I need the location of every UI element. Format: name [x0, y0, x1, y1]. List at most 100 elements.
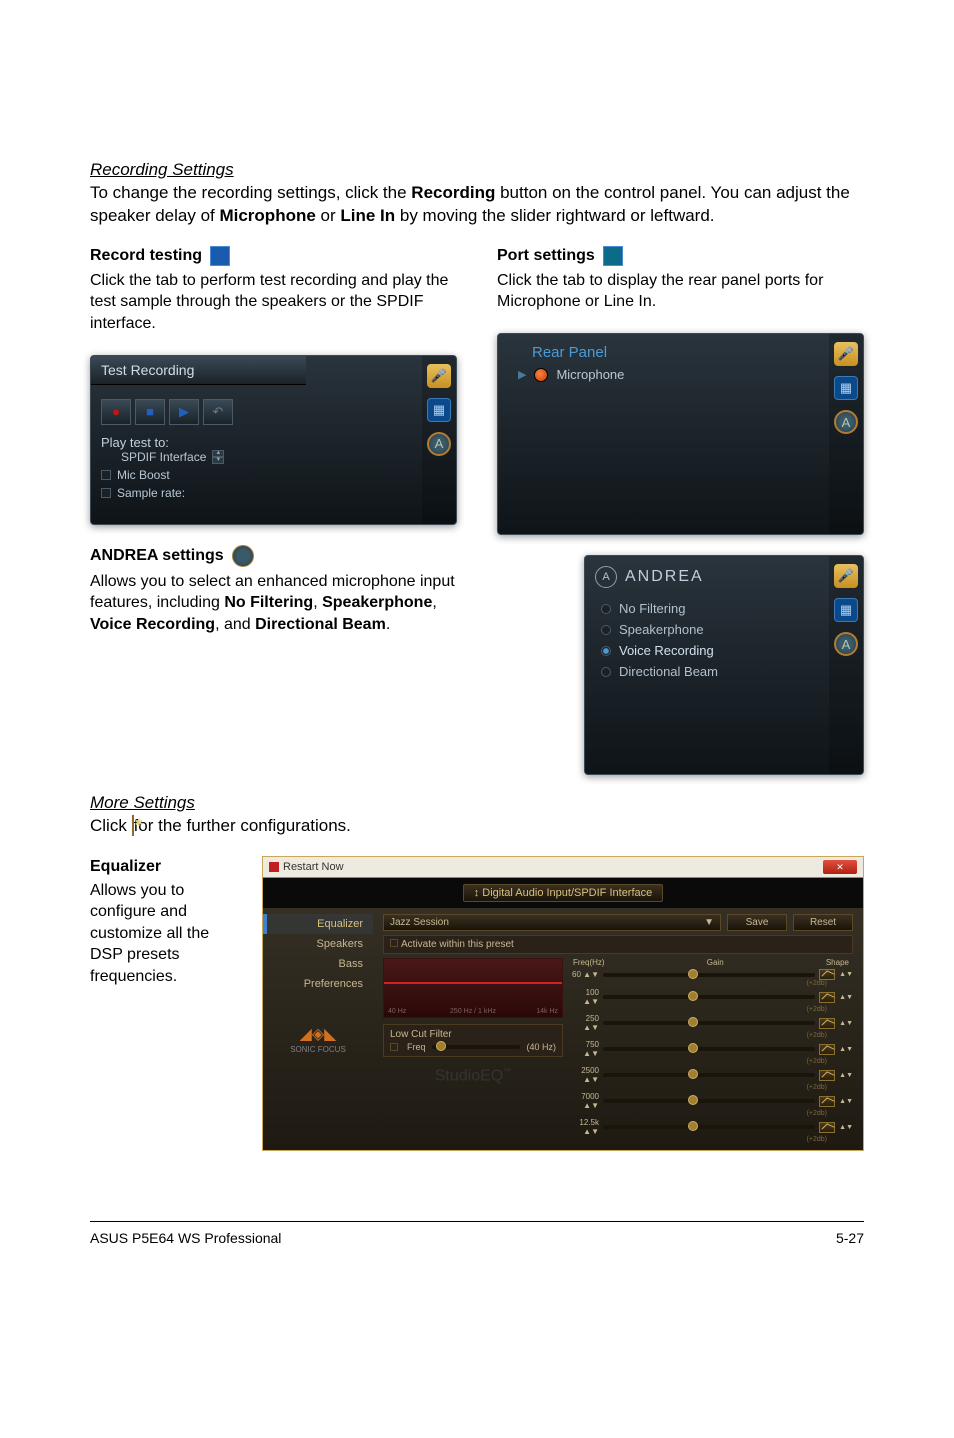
port-settings-body: Click the tab to display the rear panel … [497, 270, 864, 313]
shape-selector[interactable] [819, 1044, 835, 1055]
record-testing-body: Click the tab to perform test recording … [90, 270, 457, 335]
sidebar-item-speakers[interactable]: Speakers [263, 934, 373, 954]
shape-selector[interactable] [819, 1070, 835, 1081]
freq-label: 100 ▲▼ [569, 988, 599, 1006]
mic-boost-label: Mic Boost [117, 468, 170, 482]
window-icon [269, 862, 279, 872]
low-cut-filter-label: Low Cut Filter [390, 1029, 556, 1040]
play-button[interactable]: ▶ [169, 399, 199, 425]
shape-selector[interactable] [819, 1122, 835, 1133]
andrea-logo-icon: A [595, 566, 617, 588]
sidebar-item-bass[interactable]: Bass [263, 954, 373, 974]
port-grid-icon[interactable]: ▦ [834, 376, 858, 400]
sidebar-item-equalizer[interactable]: Equalizer [263, 914, 373, 934]
freq-label: 7000 ▲▼ [569, 1092, 599, 1110]
freq-label: 250 ▲▼ [569, 1014, 599, 1032]
port-settings-heading: Port settings [497, 247, 595, 264]
reset-button[interactable]: Reset [793, 914, 853, 931]
andrea-icon[interactable]: A [834, 632, 858, 656]
sample-rate-label: Sample rate: [117, 486, 185, 500]
play-test-to-label: Play test to: [101, 435, 412, 450]
andrea-settings-icon [232, 545, 254, 567]
undo-button[interactable]: ↶ [203, 399, 233, 425]
footer-page-number: 5-27 [836, 1230, 864, 1246]
activate-label: Activate within this preset [401, 939, 514, 950]
andrea-settings-heading: ANDREA settings [90, 547, 224, 564]
freq-label: 60 ▲▼ [569, 970, 599, 979]
recording-settings-body: To change the recording settings, click … [90, 182, 864, 228]
freq-header: Freq(Hz) [573, 958, 605, 967]
lcf-checkbox[interactable] [390, 1043, 398, 1051]
mic-icon[interactable]: 🎤 [834, 342, 858, 366]
expand-arrow-icon[interactable]: ▶ [518, 368, 526, 381]
no-filtering-radio[interactable] [601, 604, 611, 614]
microphone-port-label: Microphone [556, 367, 624, 382]
save-button[interactable]: Save [727, 914, 787, 931]
freq-label: 12.5k ▲▼ [569, 1118, 599, 1136]
window-title: Restart Now [283, 861, 344, 873]
footer-product: ASUS P5E64 WS Professional [90, 1230, 281, 1246]
voice-recording-radio[interactable] [601, 646, 611, 656]
andrea-icon[interactable]: A [427, 432, 451, 456]
andrea-brand-label: ANDREA [625, 568, 704, 586]
equalizer-sidebar: Equalizer Speakers Bass Preferences ◢◈◣ … [263, 908, 373, 1150]
directional-beam-radio[interactable] [601, 667, 611, 677]
shape-selector[interactable] [819, 1096, 835, 1107]
speakerphone-label: Speakerphone [619, 622, 704, 637]
test-recording-tab[interactable]: Test Recording [91, 356, 306, 385]
record-testing-icon [210, 246, 230, 266]
activate-checkbox[interactable] [390, 939, 398, 947]
port-grid-icon[interactable]: ▦ [834, 598, 858, 622]
directional-beam-label: Directional Beam [619, 664, 718, 679]
shape-header: Shape [826, 958, 849, 967]
sample-rate-checkbox[interactable] [101, 488, 111, 498]
shape-selector[interactable] [819, 969, 835, 980]
gain-slider[interactable] [603, 1021, 815, 1025]
gain-slider[interactable] [603, 1073, 815, 1077]
more-settings-body: Click for the further configurations. [90, 815, 864, 838]
freq-label: 2500 ▲▼ [569, 1066, 599, 1084]
voice-recording-label: Voice Recording [619, 643, 714, 658]
equalizer-body: Allows you to configure and customize al… [90, 880, 242, 988]
sidebar-item-preferences[interactable]: Preferences [263, 974, 373, 994]
mic-boost-checkbox[interactable] [101, 470, 111, 480]
lcf-slider[interactable] [432, 1045, 521, 1049]
spdif-interface-label: SPDIF Interface [121, 450, 206, 464]
gain-header: Gain [707, 958, 724, 967]
eq-curve-graph: 40 Hz 250 Hz / 1 kHz 14k Hz [383, 958, 563, 1018]
more-settings-heading: More Settings [90, 793, 864, 813]
gain-slider[interactable] [603, 1099, 815, 1103]
microphone-port-icon [534, 368, 548, 382]
rear-panel-label: Rear Panel [532, 344, 819, 361]
mic-icon[interactable]: 🎤 [427, 364, 451, 388]
gain-slider[interactable] [603, 995, 815, 999]
equalizer-heading: Equalizer [90, 856, 242, 878]
sonic-focus-logo: SONIC FOCUS [290, 1045, 346, 1054]
preset-dropdown[interactable]: Jazz Session▼ [383, 914, 721, 931]
port-settings-icon [603, 246, 623, 266]
gain-slider[interactable] [603, 1047, 815, 1051]
more-settings-icon [132, 815, 134, 836]
stop-button[interactable]: ■ [135, 399, 165, 425]
no-filtering-label: No Filtering [619, 601, 685, 616]
spdif-spinner[interactable]: ▲▼ [212, 450, 224, 464]
studio-eq-logo: StudioEQ™ [383, 1067, 563, 1085]
record-testing-heading: Record testing [90, 247, 202, 264]
recording-settings-heading: Recording Settings [90, 160, 864, 180]
rear-panel-panel: Rear Panel ▶ Microphone 🎤 ▦ A [497, 333, 864, 535]
close-button[interactable]: ✕ [823, 860, 857, 874]
andrea-panel: A ANDREA No Filtering Speakerphone Voice… [584, 555, 864, 775]
record-button[interactable]: ● [101, 399, 131, 425]
andrea-settings-body: Allows you to select an enhanced microph… [90, 571, 457, 636]
shape-selector[interactable] [819, 1018, 835, 1029]
gain-slider[interactable] [603, 973, 815, 977]
port-grid-icon[interactable]: ▦ [427, 398, 451, 422]
shape-selector[interactable] [819, 992, 835, 1003]
andrea-icon[interactable]: A [834, 410, 858, 434]
gain-slider[interactable] [603, 1125, 815, 1129]
speakerphone-radio[interactable] [601, 625, 611, 635]
test-recording-panel: Test Recording ● ■ ▶ ↶ Play test to: [90, 355, 457, 525]
equalizer-window: Restart Now ✕ ↕ Digital Audio Input/SPDI… [262, 856, 864, 1151]
audio-interface-tab[interactable]: ↕ Digital Audio Input/SPDIF Interface [463, 884, 664, 902]
mic-icon[interactable]: 🎤 [834, 564, 858, 588]
